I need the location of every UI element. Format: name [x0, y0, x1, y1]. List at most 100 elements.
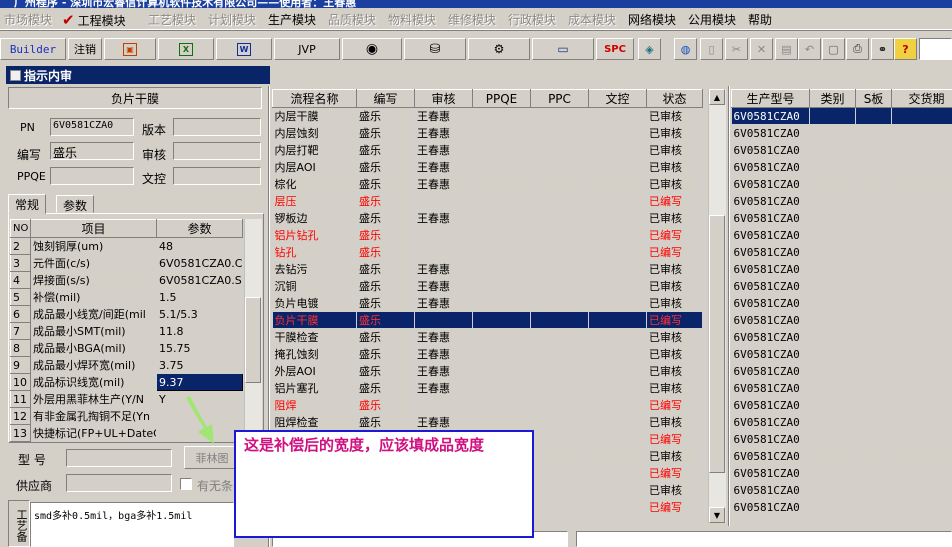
params-row-value[interactable]: 1.5 — [156, 288, 243, 306]
globe-button[interactable]: ◍ — [674, 38, 697, 60]
params-row[interactable]: 7 成品最小SMT(mil) 11.8 — [10, 322, 243, 340]
params-row[interactable]: 3 元件面(c/s) 6V0581CZA0.CS — [10, 254, 243, 272]
model-row[interactable]: 6V0581CZA0 — [731, 226, 952, 244]
model-row[interactable]: 6V0581CZA0 — [731, 481, 952, 499]
model-row[interactable]: 6V0581CZA0 — [731, 192, 952, 210]
model-row[interactable]: 6V0581CZA0 — [731, 430, 952, 448]
process-header-6[interactable]: 状态 — [646, 89, 703, 108]
tab-general[interactable]: 常规 — [8, 194, 47, 214]
params-scrollbar[interactable] — [244, 219, 262, 441]
word-button[interactable]: W — [216, 38, 272, 60]
process-notes-field[interactable]: smd多补0.5mil，bga多补1.5mil — [30, 502, 234, 547]
process-row[interactable]: 铝片塞孔 盛乐 王春惠 已审核 — [272, 379, 703, 397]
doc-control-field[interactable] — [173, 167, 261, 185]
model-row[interactable]: 6V0581CZA0 — [731, 345, 952, 363]
model-row[interactable]: 6V0581CZA0 — [731, 124, 952, 142]
menu-help[interactable]: 帮助 — [748, 11, 772, 28]
model-row[interactable]: 6V0581CZA0 — [731, 396, 952, 414]
params-row[interactable]: 5 补偿(mil) 1.5 — [10, 288, 243, 306]
find-button[interactable]: ⚭ — [871, 38, 894, 60]
params-row[interactable]: 9 成品最小焊环宽(mil) 3.75 — [10, 356, 243, 374]
model-row[interactable]: 6V0581CZA0 — [731, 311, 952, 329]
help-button[interactable]: ? — [894, 38, 917, 60]
model-row[interactable]: 6V0581CZA0 — [731, 294, 952, 312]
process-row[interactable]: 内层打靶 盛乐 王春惠 已审核 — [272, 141, 703, 159]
params-row-value[interactable]: 11.8 — [156, 322, 243, 340]
process-scrollbar[interactable]: ▲ ▼ — [708, 89, 726, 523]
params-row[interactable]: 10 成品标识线宽(mil) 9.37 — [10, 373, 243, 391]
process-header-4[interactable]: PPC — [530, 89, 589, 108]
process-row[interactable]: 铝片钻孔 盛乐 已编写 — [272, 226, 703, 244]
params-row-value[interactable]: 9.37 — [156, 373, 243, 391]
process-row[interactable]: 锣板边 盛乐 王春惠 已审核 — [272, 209, 703, 227]
params-row-value[interactable]: 6V0581CZA0.SS — [156, 271, 243, 289]
model-row[interactable]: 6V0581CZA0 — [731, 379, 952, 397]
process-header-3[interactable]: PPQE — [472, 89, 531, 108]
model-header-2[interactable]: S板 — [855, 89, 892, 108]
toolbar-input[interactable] — [919, 38, 952, 60]
network-button[interactable]: ⚙ — [468, 38, 530, 60]
process-header-1[interactable]: 编写 — [356, 89, 415, 108]
process-header-2[interactable]: 审核 — [414, 89, 473, 108]
model-row[interactable]: 6V0581CZA0 — [731, 209, 952, 227]
params-row-value[interactable]: 3.75 — [156, 356, 243, 374]
params-scroll-thumb[interactable] — [245, 297, 261, 383]
version-field[interactable] — [173, 118, 261, 136]
process-row[interactable]: 去钻污 盛乐 王春惠 已审核 — [272, 260, 703, 278]
scroll-down-icon[interactable]: ▼ — [709, 507, 725, 523]
process-row[interactable]: 负片电镀 盛乐 王春惠 已审核 — [272, 294, 703, 312]
model-row[interactable]: 6V0581CZA0 — [731, 243, 952, 261]
process-row[interactable]: 内层蚀刻 盛乐 王春惠 已审核 — [272, 124, 703, 142]
tab-params[interactable]: 参数 — [56, 195, 95, 213]
model-header-3[interactable]: 交货期 — [891, 89, 952, 108]
menu-production[interactable]: 生产模块 — [268, 11, 316, 28]
process-header-5[interactable]: 文控 — [588, 89, 647, 108]
monitor-button[interactable]: ▭ — [532, 38, 594, 60]
eye-button[interactable]: ◉ — [342, 38, 402, 60]
model-row[interactable]: 6V0581CZA0 — [731, 413, 952, 431]
process-row[interactable]: 层压 盛乐 已编写 — [272, 192, 703, 210]
model-row[interactable]: 6V0581CZA0 — [731, 464, 952, 482]
delete-button[interactable]: ✕ — [750, 38, 773, 60]
model-row[interactable]: 6V0581CZA0 — [731, 328, 952, 346]
menu-engineering[interactable]: ✔ 工程模块 — [62, 11, 126, 29]
reviewer-field[interactable] — [173, 142, 261, 160]
process-row[interactable]: 内层AOI 盛乐 王春惠 已审核 — [272, 158, 703, 176]
supplier-field[interactable] — [66, 474, 172, 492]
params-row-value[interactable]: 48 — [156, 237, 243, 255]
cut-button[interactable]: ✂ — [725, 38, 748, 60]
save-button[interactable]: ▤ — [775, 38, 798, 60]
params-row[interactable]: 2 蚀刻铜厚(um) 48 — [10, 237, 243, 255]
report-button[interactable]: ▣ — [104, 38, 156, 60]
menu-network[interactable]: 网络模块 — [628, 11, 676, 28]
process-row[interactable]: 外层AOI 盛乐 王春惠 已审核 — [272, 362, 703, 380]
model-header-0[interactable]: 生产型号 — [731, 89, 810, 108]
process-header-0[interactable]: 流程名称 — [272, 89, 357, 108]
menu-common[interactable]: 公用模块 — [688, 11, 736, 28]
params-row[interactable]: 6 成品最小线宽/间距(mil 5.1/5.3 — [10, 305, 243, 323]
model-row[interactable]: 6V0581CZA0 — [731, 260, 952, 278]
database-button[interactable]: ⛁ — [404, 38, 466, 60]
params-row-value[interactable]: 6V0581CZA0.CS — [156, 254, 243, 272]
cube-button[interactable]: ◈ — [638, 38, 661, 60]
params-row[interactable]: 8 成品最小BGA(mil) 15.75 — [10, 339, 243, 357]
model-field[interactable] — [66, 449, 172, 467]
model-header-1[interactable]: 类别 — [809, 89, 856, 108]
process-row[interactable]: 内层干膜 盛乐 王春惠 已审核 — [272, 107, 703, 125]
scroll-up-icon[interactable]: ▲ — [709, 89, 725, 105]
model-row[interactable]: 6V0581CZA0 — [731, 107, 952, 125]
process-row[interactable]: 沉铜 盛乐 王春惠 已审核 — [272, 277, 703, 295]
pn-field[interactable]: 6V0581CZA0 — [50, 118, 134, 136]
process-row[interactable]: 负片干膜 盛乐 已编写 — [272, 311, 703, 329]
new-button[interactable]: ▯ — [700, 38, 723, 60]
params-row-value[interactable]: 15.75 — [156, 339, 243, 357]
preview-button[interactable]: ▢ — [822, 38, 845, 60]
editor-field[interactable]: 盛乐 — [50, 142, 134, 160]
jvp-button[interactable]: JVP — [274, 38, 340, 60]
ppqe-field[interactable] — [50, 167, 134, 185]
no-checkbox[interactable] — [180, 478, 192, 490]
model-row[interactable]: 6V0581CZA0 — [731, 447, 952, 465]
process-row[interactable]: 阻焊 盛乐 已编写 — [272, 396, 703, 414]
model-row[interactable]: 6V0581CZA0 — [731, 277, 952, 295]
builder-button[interactable]: Builder — [0, 38, 66, 60]
